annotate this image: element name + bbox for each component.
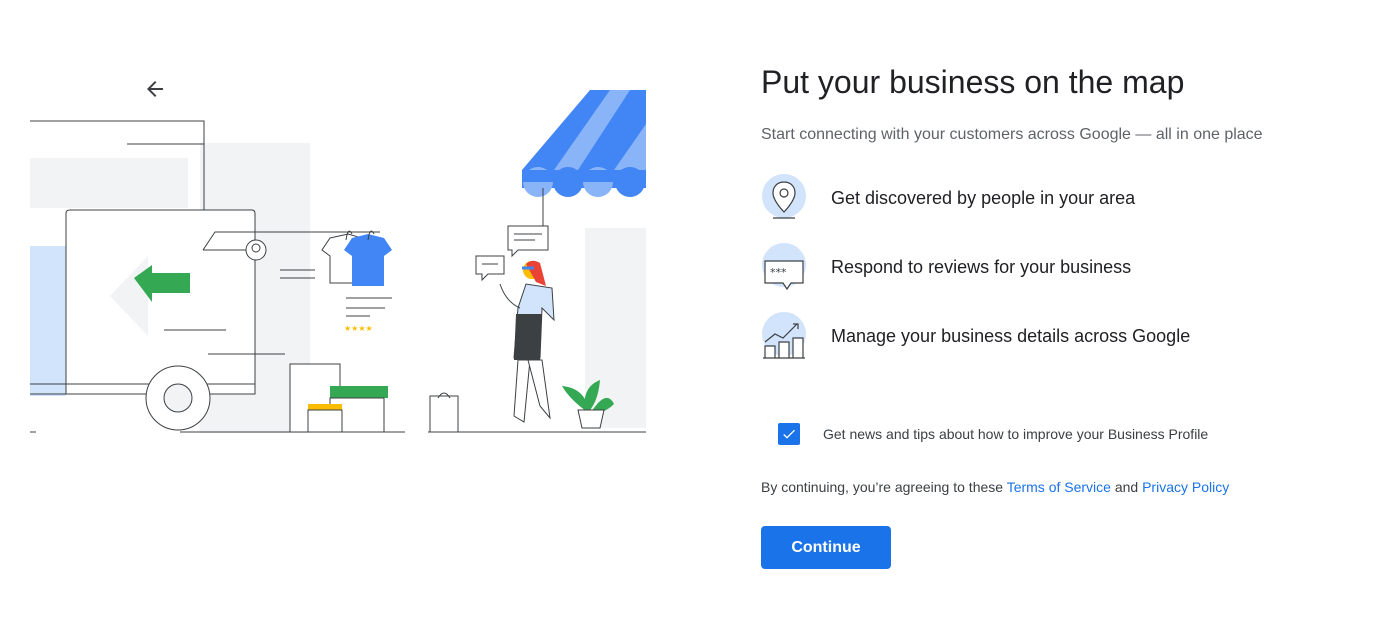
- feature-list: Get discovered by people in your area **…: [761, 174, 1341, 360]
- privacy-policy-link[interactable]: Privacy Policy: [1142, 479, 1229, 495]
- feature-label: Manage your business details across Goog…: [831, 325, 1191, 346]
- page-subtitle: Start connecting with your customers acr…: [761, 126, 1263, 143]
- map-pin-icon: [762, 174, 806, 219]
- svg-text:★★★★: ★★★★: [344, 324, 373, 333]
- newsletter-option: Get news and tips about how to improve y…: [778, 423, 1208, 445]
- svg-text:***: ***: [770, 266, 787, 279]
- terms-prefix: By continuing, you’re agreeing to these: [761, 479, 1007, 495]
- feature-item: Manage your business details across Goog…: [761, 312, 1341, 360]
- review-bubble-icon: ***: [762, 243, 806, 291]
- feature-item: Get discovered by people in your area: [761, 174, 1341, 222]
- feature-label: Respond to reviews for your business: [831, 256, 1132, 277]
- terms-of-service-link[interactable]: Terms of Service: [1007, 479, 1111, 495]
- newsletter-checkbox[interactable]: [778, 423, 800, 445]
- continue-button[interactable]: Continue: [761, 526, 891, 569]
- terms-and: and: [1110, 479, 1143, 495]
- business-illustration: ★★★★: [30, 90, 646, 433]
- onboarding-panel: Put your business on the map Start conne…: [761, 62, 1341, 381]
- storefront-chart-icon: [762, 312, 806, 359]
- terms-notice: By continuing, you’re agreeing to these …: [761, 479, 1229, 495]
- newsletter-label: Get news and tips about how to improve y…: [823, 426, 1209, 442]
- checkmark-icon: [783, 429, 795, 439]
- page-title: Put your business on the map: [761, 64, 1185, 100]
- feature-label: Get discovered by people in your area: [831, 187, 1136, 208]
- feature-item: *** Respond to reviews for your business: [761, 243, 1341, 291]
